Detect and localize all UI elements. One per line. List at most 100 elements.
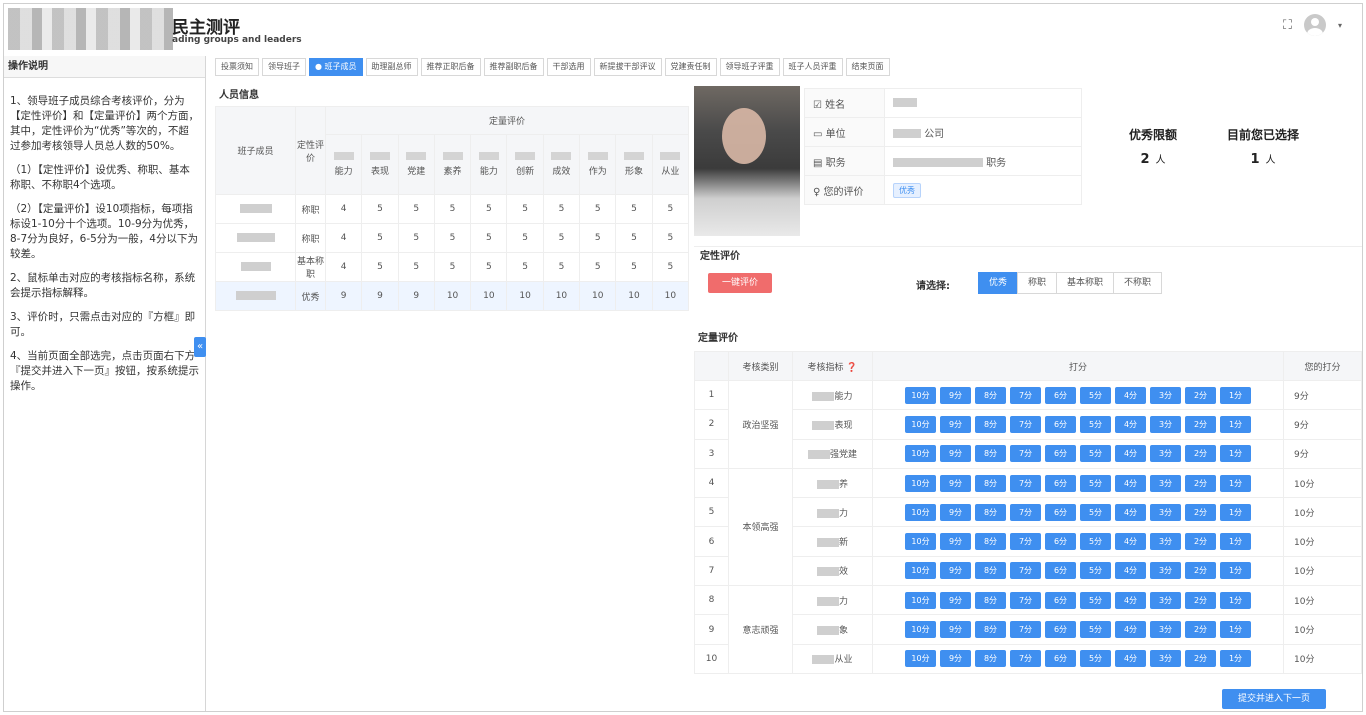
one-key-evaluate-button[interactable]: 一键评价 [708,273,772,293]
tab-9[interactable]: 领导班子评重 [719,58,780,76]
col-indicator-2[interactable]: 党建 [397,134,435,195]
score-button[interactable]: 9分 [940,621,971,639]
score-button[interactable]: 3分 [1150,591,1181,609]
col-indicator-6[interactable]: 成效 [542,134,581,195]
score-button[interactable]: 2分 [1185,562,1216,580]
score-button[interactable]: 7分 [1010,650,1041,668]
score-button[interactable]: 5分 [1080,474,1111,492]
indicator-cell[interactable]: 力 [792,585,873,616]
score-button[interactable]: 5分 [1080,386,1111,404]
score-button[interactable]: 5分 [1080,533,1111,551]
indicator-cell[interactable]: 表现 [792,409,873,440]
score-button[interactable]: 2分 [1185,533,1216,551]
score-button[interactable]: 8分 [975,445,1006,463]
score-button[interactable]: 10分 [905,503,936,521]
score-button[interactable]: 5分 [1080,650,1111,668]
score-button[interactable]: 2分 [1185,386,1216,404]
score-button[interactable]: 9分 [940,533,971,551]
score-button[interactable]: 6分 [1045,445,1076,463]
score-button[interactable]: 7分 [1010,474,1041,492]
tab-11[interactable]: 结束页面 [845,58,890,76]
indicator-cell[interactable]: 从业 [792,643,873,674]
tab-4[interactable]: 推荐正职后备 [420,58,481,76]
score-button[interactable]: 8分 [975,415,1006,433]
col-indicator-7[interactable]: 作为 [579,134,617,195]
score-button[interactable]: 4分 [1115,621,1146,639]
score-button[interactable]: 2分 [1185,503,1216,521]
score-button[interactable]: 6分 [1045,533,1076,551]
tab-0[interactable]: 投票须知 [215,58,259,76]
score-button[interactable]: 7分 [1010,533,1041,551]
score-button[interactable]: 9分 [940,503,971,521]
score-button[interactable]: 1分 [1220,591,1251,609]
score-button[interactable]: 4分 [1115,386,1146,404]
fullscreen-icon[interactable]: ⛶ [1283,18,1292,33]
indicator-cell[interactable]: 养 [792,467,873,499]
table-row[interactable]: 称职 4 5 5 5 5 5 5 5 5 5 [215,223,690,253]
score-button[interactable]: 10分 [905,386,936,404]
score-button[interactable]: 8分 [975,533,1006,551]
score-button[interactable]: 10分 [905,562,936,580]
score-button[interactable]: 9分 [940,562,971,580]
score-button[interactable]: 9分 [940,386,971,404]
score-button[interactable]: 6分 [1045,503,1076,521]
score-button[interactable]: 9分 [940,445,971,463]
score-button[interactable]: 3分 [1150,621,1181,639]
score-button[interactable]: 3分 [1150,650,1181,668]
score-button[interactable]: 5分 [1080,591,1111,609]
score-button[interactable]: 4分 [1115,474,1146,492]
indicator-cell[interactable]: 象 [792,614,873,645]
col-indicator-0[interactable]: 能力 [324,134,363,195]
indicator-cell[interactable]: 能力 [792,379,873,411]
score-button[interactable]: 9分 [940,650,971,668]
score-button[interactable]: 7分 [1010,503,1041,521]
qual-option-0[interactable]: 优秀 [978,272,1019,294]
score-button[interactable]: 4分 [1115,562,1146,580]
score-button[interactable]: 6分 [1045,562,1076,580]
score-button[interactable]: 5分 [1080,415,1111,433]
score-button[interactable]: 1分 [1220,415,1251,433]
score-button[interactable]: 6分 [1045,386,1076,404]
col-indicator-4[interactable]: 能力 [470,134,508,195]
score-button[interactable]: 4分 [1115,533,1146,551]
qual-option-2[interactable]: 基本称职 [1056,272,1115,294]
qual-option-3[interactable]: 不称职 [1113,272,1163,294]
indicator-cell[interactable]: 力 [792,497,873,528]
score-button[interactable]: 7分 [1010,591,1041,609]
score-button[interactable]: 5分 [1080,562,1111,580]
indicator-cell[interactable]: 新 [792,526,873,557]
table-row[interactable]: 优秀 9 9 9 10 10 10 10 10 10 10 [215,281,690,311]
score-button[interactable]: 8分 [975,503,1006,521]
score-button[interactable]: 1分 [1220,503,1251,521]
col-indicator-1[interactable]: 表现 [361,134,399,195]
score-button[interactable]: 10分 [905,650,936,668]
score-button[interactable]: 6分 [1045,650,1076,668]
collapse-panel-button[interactable]: « [194,337,206,357]
tab-2[interactable]: ● 班子成员 [309,58,363,76]
avatar[interactable] [1303,14,1326,36]
score-button[interactable]: 3分 [1150,415,1181,433]
score-button[interactable]: 10分 [905,621,936,639]
score-button[interactable]: 9分 [940,591,971,609]
score-button[interactable]: 1分 [1220,621,1251,639]
score-button[interactable]: 10分 [905,415,936,433]
tab-5[interactable]: 推荐副职后备 [483,58,544,76]
score-button[interactable]: 6分 [1045,415,1076,433]
score-button[interactable]: 3分 [1150,474,1181,492]
table-row[interactable]: 称职 4 5 5 5 5 5 5 5 5 5 [215,194,690,224]
score-button[interactable]: 3分 [1150,503,1181,521]
score-button[interactable]: 9分 [940,474,971,492]
col-indicator-3[interactable]: 素养 [433,134,472,195]
score-button[interactable]: 10分 [905,591,936,609]
score-button[interactable]: 2分 [1185,445,1216,463]
score-button[interactable]: 7分 [1010,415,1041,433]
score-button[interactable]: 3分 [1150,386,1181,404]
table-row[interactable]: 基本称职 4 5 5 5 5 5 5 5 5 5 [215,252,690,282]
qual-option-1[interactable]: 称职 [1017,272,1058,294]
score-button[interactable]: 10分 [905,474,936,492]
score-button[interactable]: 6分 [1045,621,1076,639]
score-button[interactable]: 10分 [905,445,936,463]
col-indicator-8[interactable]: 形象 [615,134,653,195]
col-indicator-9[interactable]: 从业 [651,134,690,195]
score-button[interactable]: 2分 [1185,591,1216,609]
